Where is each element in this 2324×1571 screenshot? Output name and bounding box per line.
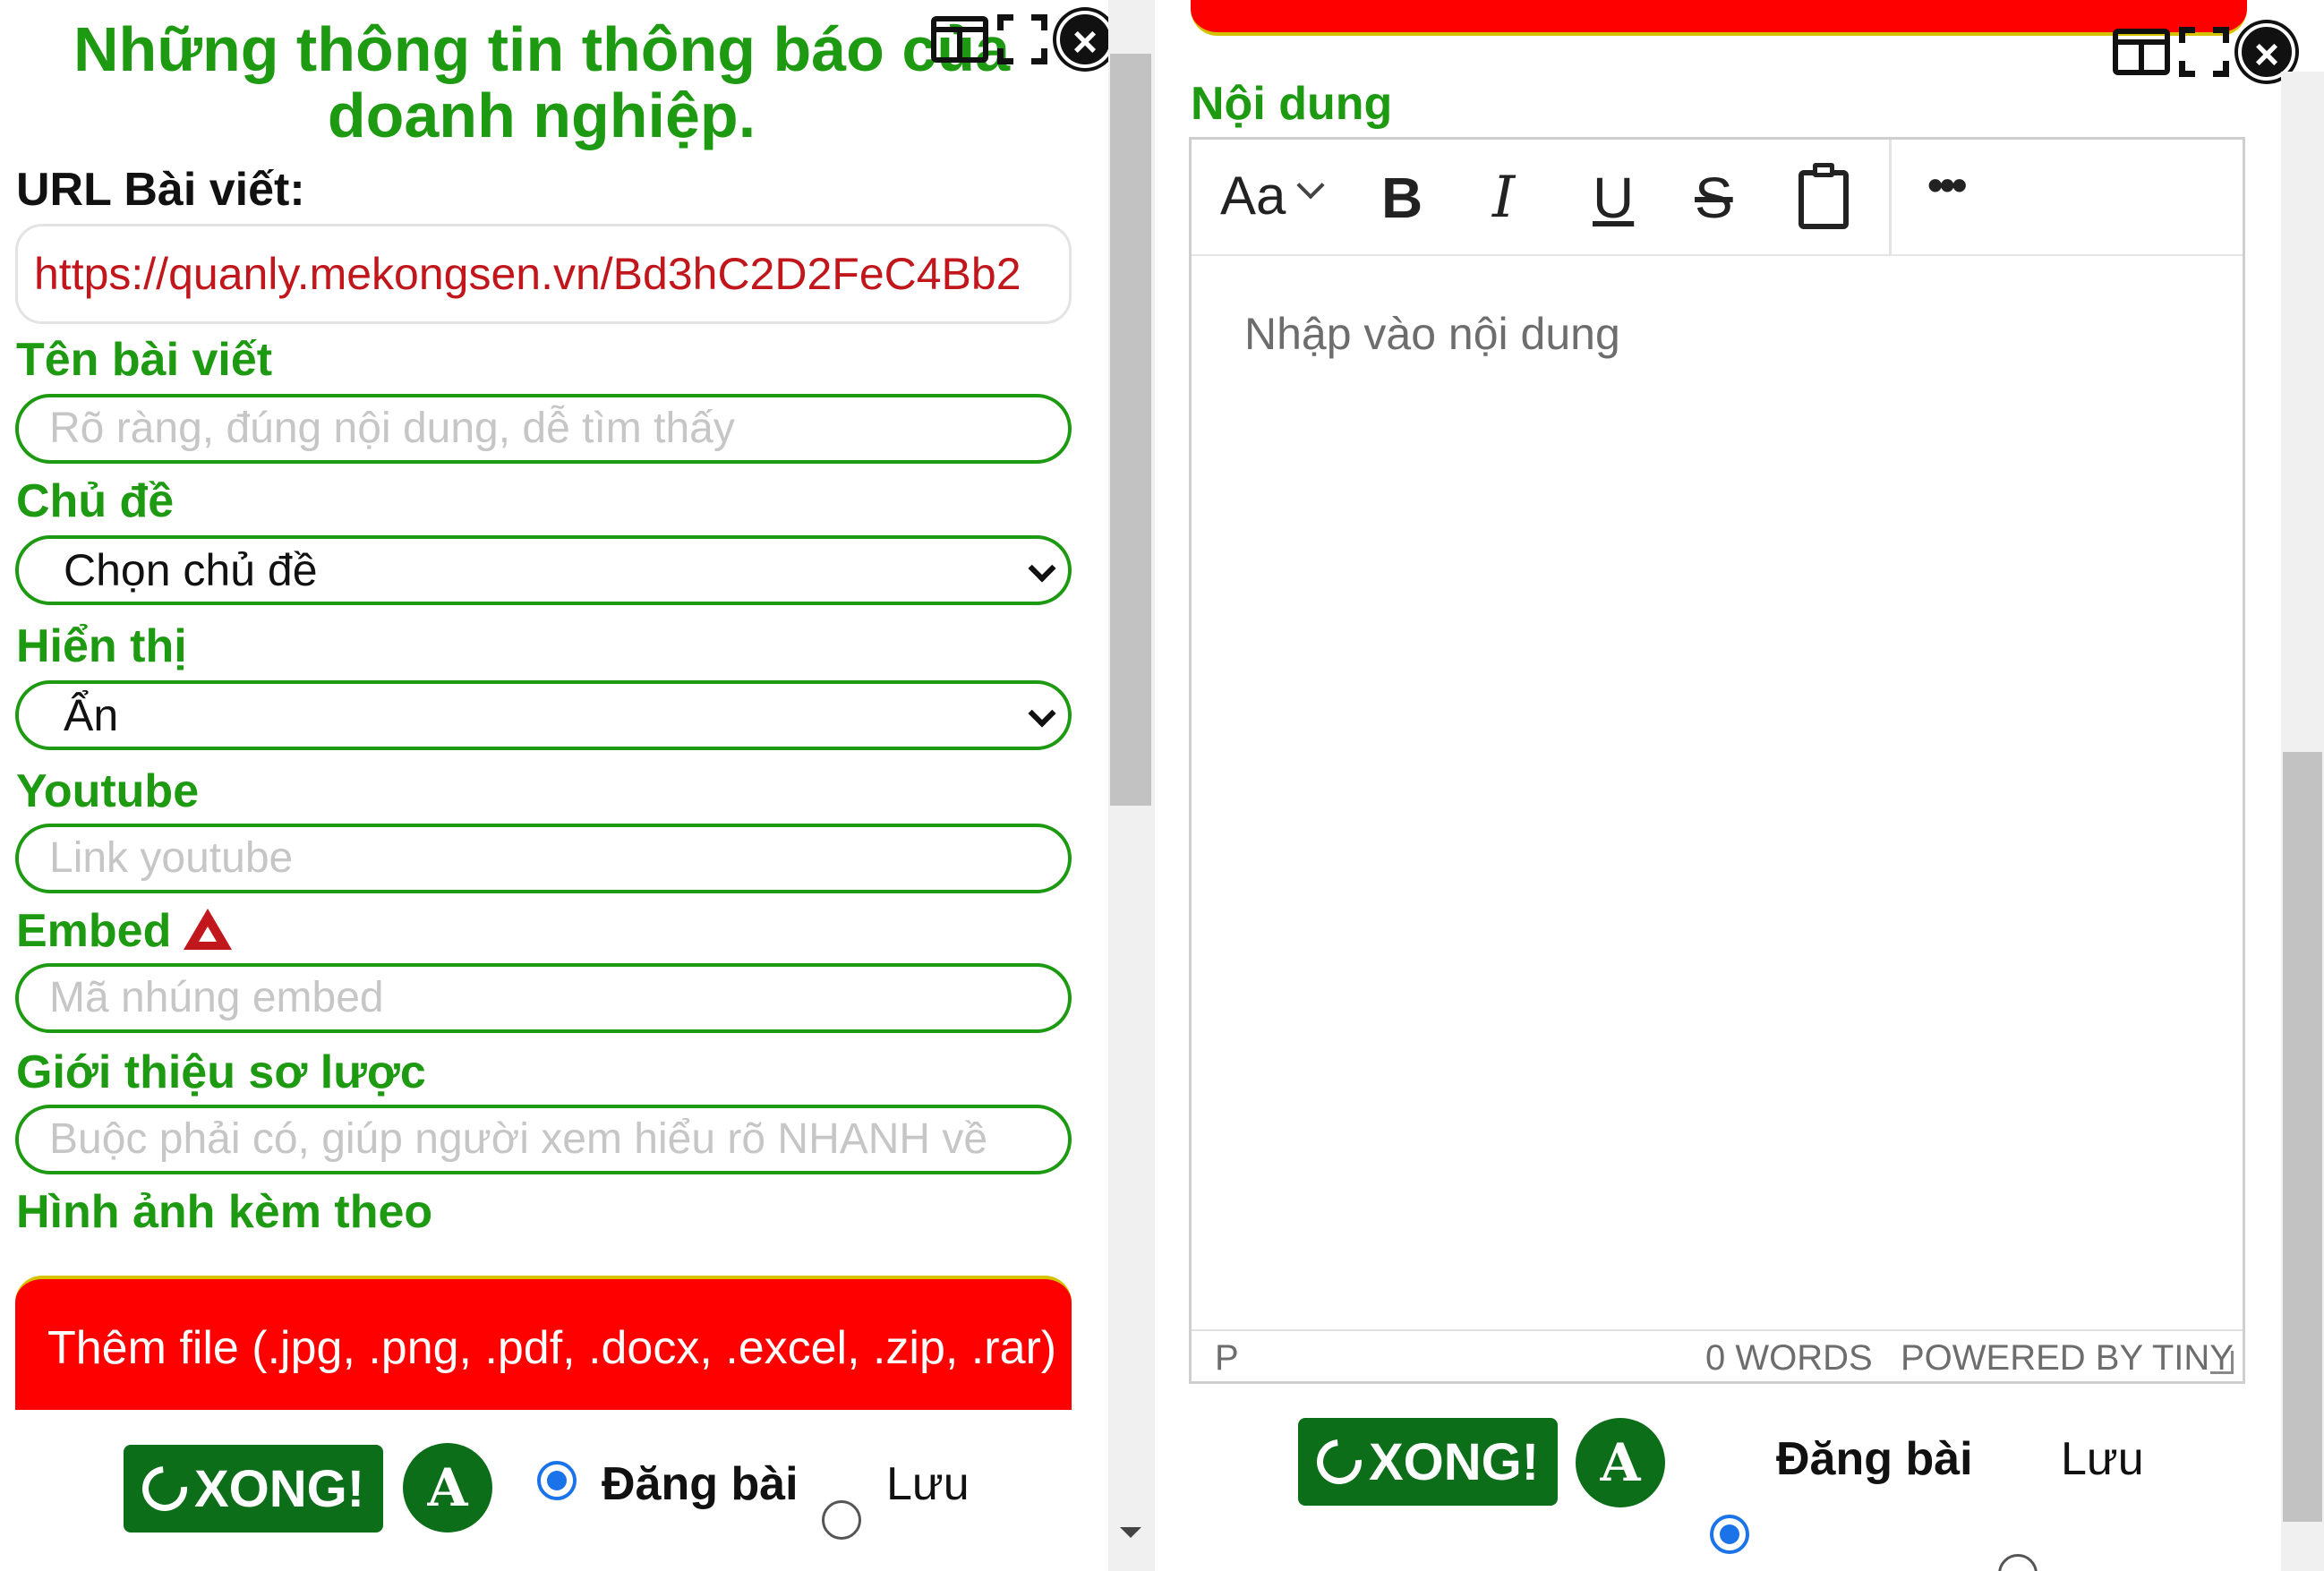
google-drive-icon[interactable] <box>184 909 233 950</box>
clipboard-clip <box>1813 163 1834 177</box>
fullscreen-icon[interactable] <box>2179 27 2229 77</box>
embed-label-text: Embed <box>16 905 172 957</box>
post-title-label: Tên bài viết <box>16 334 273 386</box>
visibility-selected-value: Ẩn <box>64 690 119 740</box>
save-label: Lưu <box>886 1458 970 1510</box>
close-icon[interactable]: × <box>1056 11 1114 68</box>
split-view-icon[interactable] <box>2113 29 2170 75</box>
publish-label: Đăng bài <box>602 1458 799 1510</box>
red-banner-strip <box>1191 0 2247 36</box>
youtube-input[interactable]: Link youtube <box>15 824 1072 893</box>
scroll-down-arrow-icon[interactable] <box>1120 1527 1141 1538</box>
post-title-input[interactable]: Rõ ràng, đúng nội dung, dễ tìm thấy <box>15 394 1072 464</box>
topic-select[interactable]: Chọn chủ đề <box>15 535 1072 605</box>
embed-input[interactable]: Mã nhúng embed <box>15 963 1072 1033</box>
powered-by-tiny[interactable]: POWERED BY TINY <box>1901 1338 2234 1379</box>
left-scrollbar-thumb[interactable] <box>1110 54 1151 806</box>
paste-icon[interactable] <box>1799 163 1849 229</box>
editor-statusbar: P 0 WORDS POWERED BY TINY <box>1192 1329 2243 1381</box>
publish-radio[interactable] <box>537 1461 577 1500</box>
avatar[interactable]: A <box>403 1443 492 1533</box>
toolbar-separator <box>1889 140 1892 256</box>
embed-label: Embed <box>16 904 233 958</box>
url-field[interactable]: https://quanly.mekongsen.vn/Bd3hC2D2FeC4… <box>15 224 1072 324</box>
topic-label: Chủ đề <box>16 475 175 527</box>
resize-handle-icon[interactable] <box>2210 1351 2234 1374</box>
summary-label: Giới thiệu sơ lược <box>16 1046 426 1098</box>
content-label: Nội dung <box>1191 78 1393 130</box>
right-window-controls: × <box>2113 23 2295 81</box>
italic-button[interactable]: I <box>1492 165 1515 231</box>
editor-toolbar: Aa B I U S ••• <box>1192 140 2243 256</box>
done-button[interactable]: XONG! <box>124 1445 383 1533</box>
publish-label: Đăng bài <box>1776 1433 1973 1485</box>
chevron-down-icon[interactable] <box>1296 171 1325 200</box>
refresh-icon <box>1307 1430 1371 1494</box>
word-count[interactable]: 0 WORDS <box>1705 1338 1873 1379</box>
font-format-button[interactable]: Aa <box>1220 165 1286 226</box>
add-file-button[interactable]: Thêm file (.jpg, .png, .pdf, .docx, .exc… <box>15 1276 1072 1410</box>
publish-radio[interactable] <box>1710 1515 1749 1554</box>
youtube-label: Youtube <box>16 765 200 817</box>
topic-selected-value: Chọn chủ đề <box>64 545 318 595</box>
save-label: Lưu <box>2061 1433 2144 1485</box>
form-title: Những thông tin thông báo của doanh nghi… <box>73 14 1011 150</box>
refresh-icon <box>132 1456 197 1521</box>
url-label: URL Bài viết: <box>16 164 305 216</box>
visibility-select[interactable]: Ẩn <box>15 680 1072 750</box>
more-options-icon[interactable]: ••• <box>1927 159 1967 211</box>
right-scrollbar-thumb[interactable] <box>2283 752 2322 1522</box>
fullscreen-icon[interactable] <box>997 14 1047 64</box>
summary-input[interactable]: Buộc phải có, giúp người xem hiểu rõ NHA… <box>15 1105 1072 1174</box>
attachments-label: Hình ảnh kèm theo <box>16 1186 433 1238</box>
done-button[interactable]: XONG! <box>1298 1418 1558 1506</box>
element-path[interactable]: P <box>1215 1338 1239 1379</box>
left-window-controls: × <box>931 11 1114 68</box>
done-button-label: XONG! <box>1368 1432 1540 1491</box>
underline-button[interactable]: U <box>1593 165 1634 231</box>
chevron-down-icon <box>1028 699 1056 728</box>
done-button-label: XONG! <box>193 1459 365 1518</box>
strikethrough-button[interactable]: S <box>1695 165 1733 231</box>
chevron-down-icon <box>1028 554 1056 583</box>
bold-button[interactable]: B <box>1381 165 1423 231</box>
split-view-icon[interactable] <box>931 16 988 63</box>
editor-placeholder: Nhập vào nội dung <box>1244 309 1620 359</box>
visibility-label: Hiển thị <box>16 620 187 672</box>
avatar[interactable]: A <box>1576 1418 1665 1507</box>
save-radio[interactable] <box>822 1500 861 1540</box>
